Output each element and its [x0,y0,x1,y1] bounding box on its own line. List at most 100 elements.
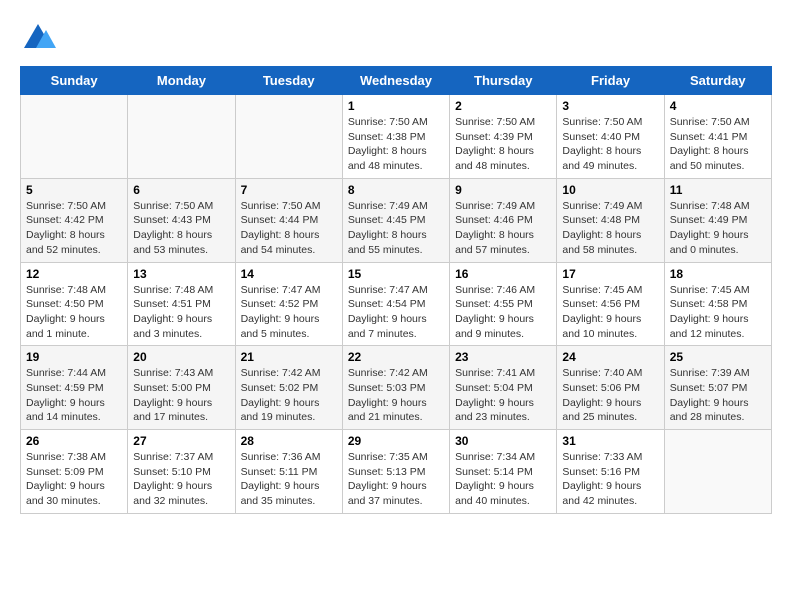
calendar-cell: 17 Sunrise: 7:45 AM Sunset: 4:56 PM Dayli… [557,262,664,346]
day-number: 6 [133,183,229,197]
day-info: Sunrise: 7:42 AM Sunset: 5:02 PM Dayligh… [241,366,337,425]
calendar: SundayMondayTuesdayWednesdayThursdayFrid… [20,66,772,514]
day-info: Sunrise: 7:45 AM Sunset: 4:56 PM Dayligh… [562,283,658,342]
day-info: Sunrise: 7:48 AM Sunset: 4:51 PM Dayligh… [133,283,229,342]
calendar-week: 26 Sunrise: 7:38 AM Sunset: 5:09 PM Dayli… [21,430,772,514]
day-info: Sunrise: 7:50 AM Sunset: 4:44 PM Dayligh… [241,199,337,258]
day-number: 7 [241,183,337,197]
day-number: 20 [133,350,229,364]
day-header: Wednesday [342,67,449,95]
day-number: 13 [133,267,229,281]
day-info: Sunrise: 7:34 AM Sunset: 5:14 PM Dayligh… [455,450,551,509]
day-info: Sunrise: 7:50 AM Sunset: 4:43 PM Dayligh… [133,199,229,258]
day-number: 17 [562,267,658,281]
day-info: Sunrise: 7:50 AM Sunset: 4:42 PM Dayligh… [26,199,122,258]
calendar-cell: 14 Sunrise: 7:47 AM Sunset: 4:52 PM Dayli… [235,262,342,346]
calendar-cell: 7 Sunrise: 7:50 AM Sunset: 4:44 PM Daylig… [235,178,342,262]
day-info: Sunrise: 7:47 AM Sunset: 4:52 PM Dayligh… [241,283,337,342]
header [20,20,772,56]
day-number: 11 [670,183,766,197]
calendar-cell: 8Sunrise: 7:49 AM Sunset: 4:45 PM Daylig… [342,178,449,262]
day-number: 2 [455,99,551,113]
logo-icon [20,20,56,56]
day-info: Sunrise: 7:33 AM Sunset: 5:16 PM Dayligh… [562,450,658,509]
calendar-header: SundayMondayTuesdayWednesdayThursdayFrid… [21,67,772,95]
calendar-cell: 1 Sunrise: 7:50 AM Sunset: 4:38 PM Daylig… [342,95,449,179]
day-info: Sunrise: 7:48 AM Sunset: 4:49 PM Dayligh… [670,199,766,258]
day-number: 25 [670,350,766,364]
calendar-cell: 15 Sunrise: 7:47 AM Sunset: 4:54 PM Dayli… [342,262,449,346]
day-number: 4 [670,99,766,113]
calendar-cell [21,95,128,179]
calendar-cell: 31Sunrise: 7:33 AM Sunset: 5:16 PM Dayli… [557,430,664,514]
day-number: 26 [26,434,122,448]
day-info: Sunrise: 7:47 AM Sunset: 4:54 PM Dayligh… [348,283,444,342]
day-number: 16 [455,267,551,281]
day-info: Sunrise: 7:37 AM Sunset: 5:10 PM Dayligh… [133,450,229,509]
day-info: Sunrise: 7:39 AM Sunset: 5:07 PM Dayligh… [670,366,766,425]
day-header: Saturday [664,67,771,95]
day-info: Sunrise: 7:42 AM Sunset: 5:03 PM Dayligh… [348,366,444,425]
day-info: Sunrise: 7:50 AM Sunset: 4:40 PM Dayligh… [562,115,658,174]
day-info: Sunrise: 7:38 AM Sunset: 5:09 PM Dayligh… [26,450,122,509]
calendar-cell: 21Sunrise: 7:42 AM Sunset: 5:02 PM Dayli… [235,346,342,430]
day-header: Monday [128,67,235,95]
calendar-cell: 16 Sunrise: 7:46 AM Sunset: 4:55 PM Dayli… [450,262,557,346]
calendar-week: 5 Sunrise: 7:50 AM Sunset: 4:42 PM Daylig… [21,178,772,262]
calendar-cell: 27 Sunrise: 7:37 AM Sunset: 5:10 PM Dayli… [128,430,235,514]
calendar-cell: 18 Sunrise: 7:45 AM Sunset: 4:58 PM Dayli… [664,262,771,346]
day-info: Sunrise: 7:50 AM Sunset: 4:39 PM Dayligh… [455,115,551,174]
calendar-cell: 4Sunrise: 7:50 AM Sunset: 4:41 PM Daylig… [664,95,771,179]
day-info: Sunrise: 7:41 AM Sunset: 5:04 PM Dayligh… [455,366,551,425]
day-info: Sunrise: 7:49 AM Sunset: 4:46 PM Dayligh… [455,199,551,258]
calendar-cell: 5 Sunrise: 7:50 AM Sunset: 4:42 PM Daylig… [21,178,128,262]
calendar-cell: 11 Sunrise: 7:48 AM Sunset: 4:49 PM Dayli… [664,178,771,262]
calendar-cell: 25 Sunrise: 7:39 AM Sunset: 5:07 PM Dayli… [664,346,771,430]
day-number: 29 [348,434,444,448]
day-info: Sunrise: 7:36 AM Sunset: 5:11 PM Dayligh… [241,450,337,509]
day-number: 28 [241,434,337,448]
calendar-week: 12Sunrise: 7:48 AM Sunset: 4:50 PM Dayli… [21,262,772,346]
calendar-week: 19 Sunrise: 7:44 AM Sunset: 4:59 PM Dayli… [21,346,772,430]
day-number: 18 [670,267,766,281]
day-info: Sunrise: 7:44 AM Sunset: 4:59 PM Dayligh… [26,366,122,425]
day-number: 15 [348,267,444,281]
day-info: Sunrise: 7:40 AM Sunset: 5:06 PM Dayligh… [562,366,658,425]
calendar-cell [664,430,771,514]
calendar-week: 1 Sunrise: 7:50 AM Sunset: 4:38 PM Daylig… [21,95,772,179]
day-info: Sunrise: 7:50 AM Sunset: 4:38 PM Dayligh… [348,115,444,174]
day-info: Sunrise: 7:43 AM Sunset: 5:00 PM Dayligh… [133,366,229,425]
calendar-cell [128,95,235,179]
day-info: Sunrise: 7:45 AM Sunset: 4:58 PM Dayligh… [670,283,766,342]
calendar-cell: 12Sunrise: 7:48 AM Sunset: 4:50 PM Dayli… [21,262,128,346]
calendar-cell: 19 Sunrise: 7:44 AM Sunset: 4:59 PM Dayli… [21,346,128,430]
calendar-cell: 2 Sunrise: 7:50 AM Sunset: 4:39 PM Daylig… [450,95,557,179]
day-number: 14 [241,267,337,281]
day-number: 9 [455,183,551,197]
day-header: Thursday [450,67,557,95]
day-number: 27 [133,434,229,448]
calendar-cell: 3 Sunrise: 7:50 AM Sunset: 4:40 PM Daylig… [557,95,664,179]
day-number: 3 [562,99,658,113]
calendar-cell: 28 Sunrise: 7:36 AM Sunset: 5:11 PM Dayli… [235,430,342,514]
day-number: 22 [348,350,444,364]
logo [20,20,62,56]
day-info: Sunrise: 7:35 AM Sunset: 5:13 PM Dayligh… [348,450,444,509]
calendar-cell: 30 Sunrise: 7:34 AM Sunset: 5:14 PM Dayli… [450,430,557,514]
day-number: 30 [455,434,551,448]
calendar-cell: 29 Sunrise: 7:35 AM Sunset: 5:13 PM Dayli… [342,430,449,514]
day-number: 1 [348,99,444,113]
calendar-cell: 26 Sunrise: 7:38 AM Sunset: 5:09 PM Dayli… [21,430,128,514]
calendar-body: 1 Sunrise: 7:50 AM Sunset: 4:38 PM Daylig… [21,95,772,514]
day-number: 8 [348,183,444,197]
calendar-cell: 24 Sunrise: 7:40 AM Sunset: 5:06 PM Dayli… [557,346,664,430]
calendar-cell: 10Sunrise: 7:49 AM Sunset: 4:48 PM Dayli… [557,178,664,262]
calendar-cell: 6 Sunrise: 7:50 AM Sunset: 4:43 PM Daylig… [128,178,235,262]
day-number: 24 [562,350,658,364]
day-number: 5 [26,183,122,197]
calendar-cell: 13 Sunrise: 7:48 AM Sunset: 4:51 PM Dayli… [128,262,235,346]
calendar-cell [235,95,342,179]
day-info: Sunrise: 7:46 AM Sunset: 4:55 PM Dayligh… [455,283,551,342]
day-header: Sunday [21,67,128,95]
day-number: 19 [26,350,122,364]
